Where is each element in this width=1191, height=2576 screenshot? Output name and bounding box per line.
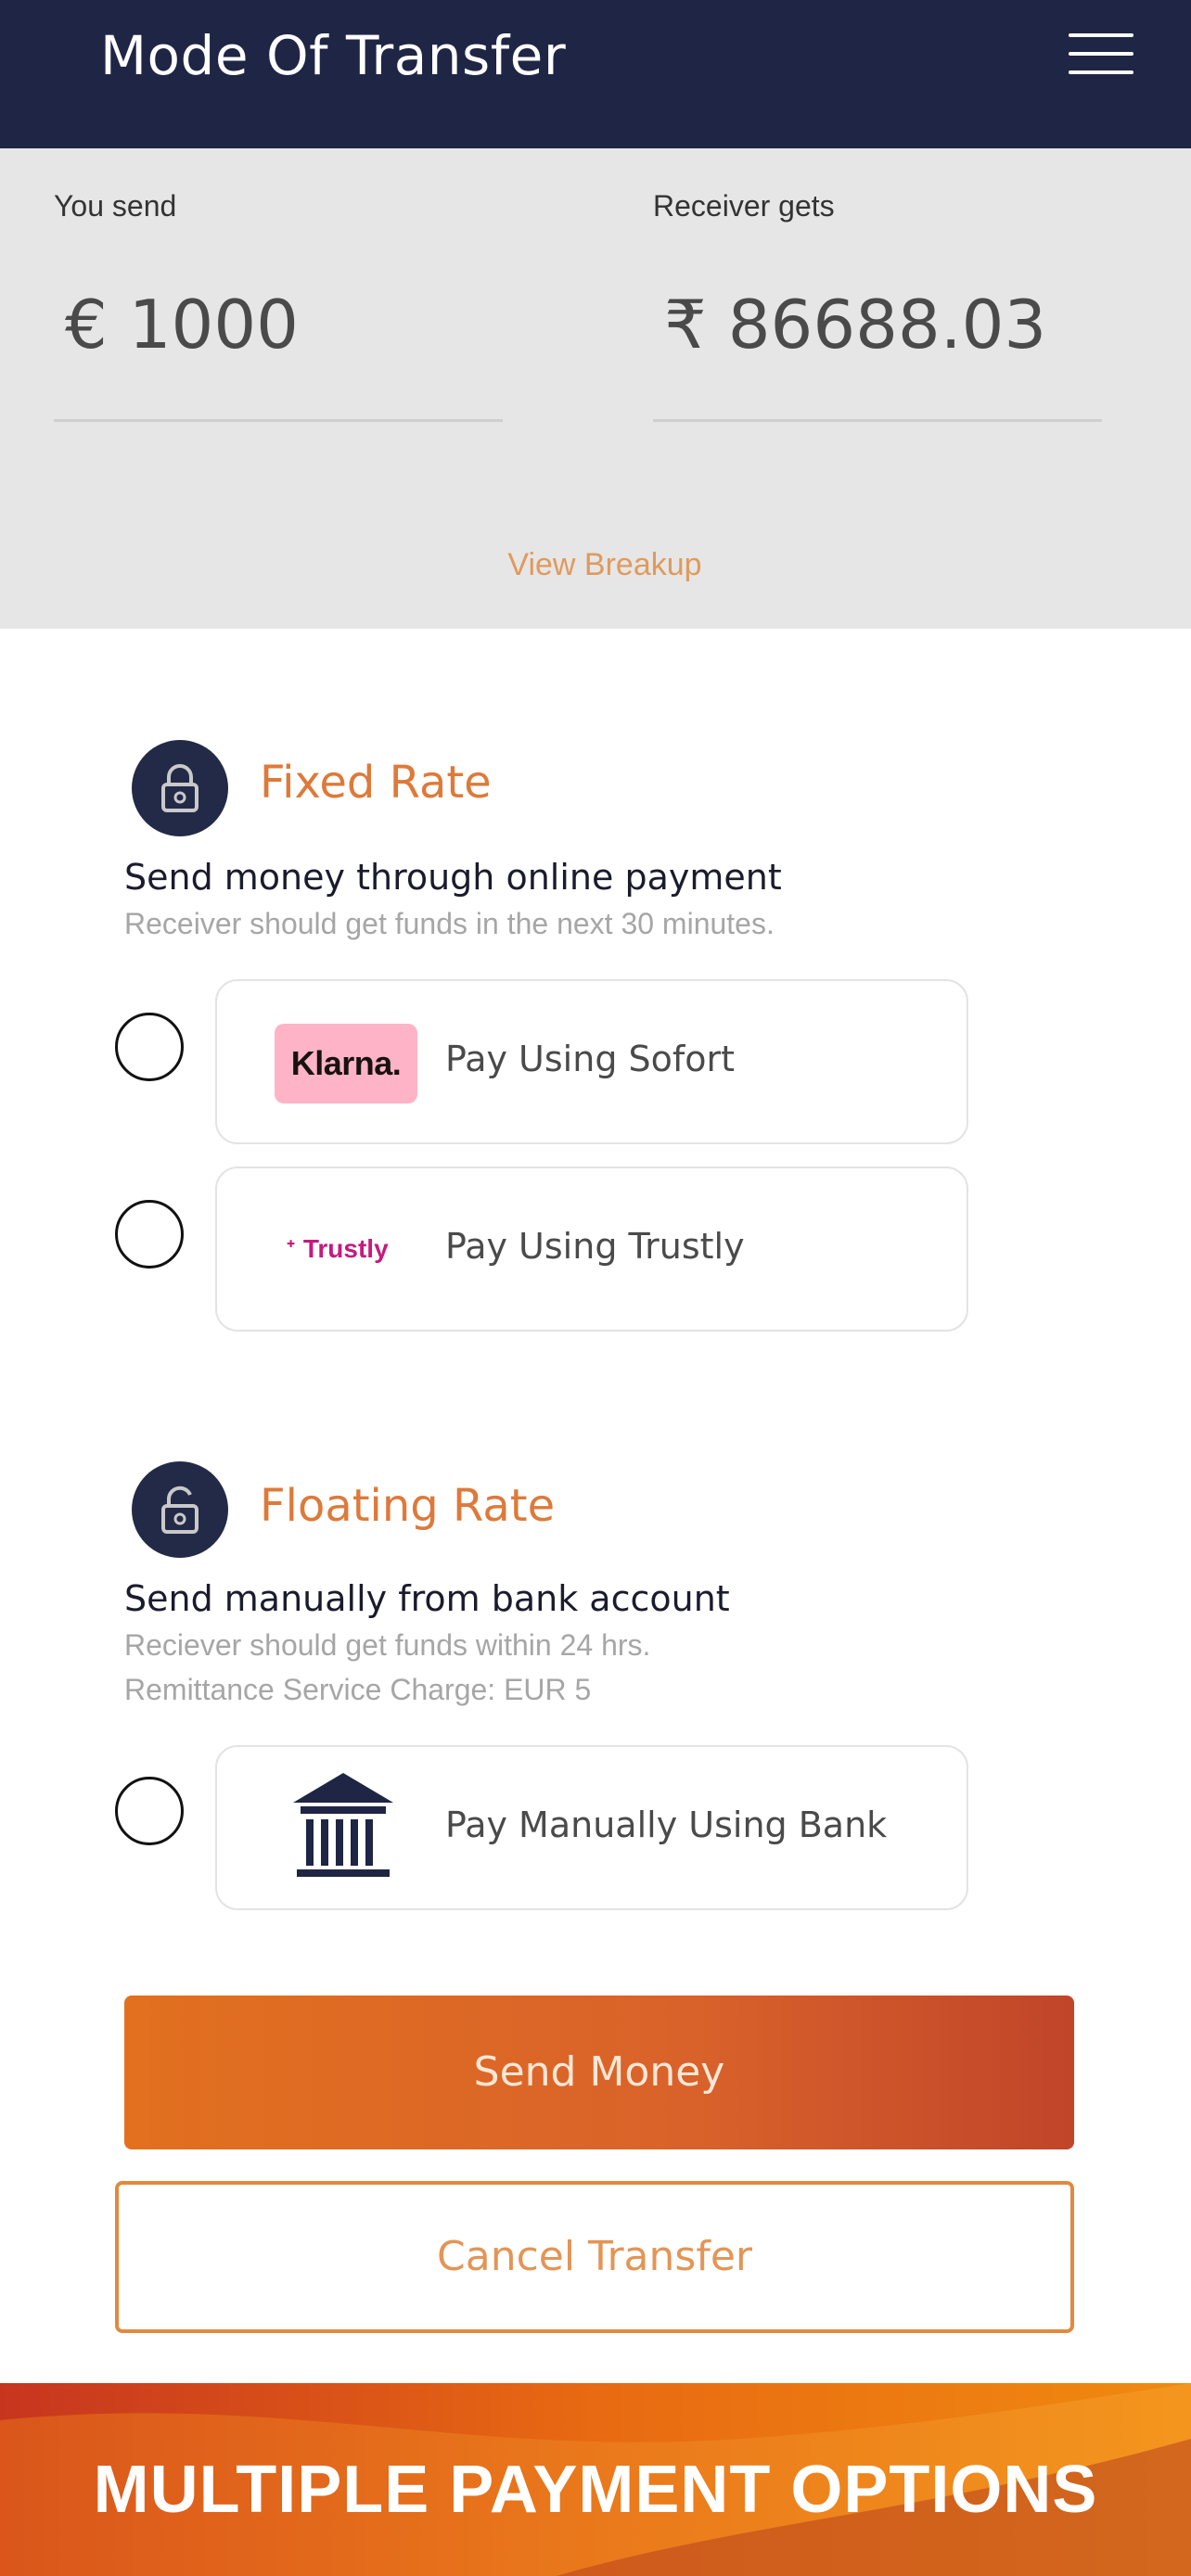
you-send-amount[interactable]: € 1000 — [65, 286, 299, 363]
receiver-gets-label: Receiver gets — [653, 189, 835, 223]
promo-banner: MULTIPLE PAYMENT OPTIONS — [0, 2383, 1191, 2576]
receiver-gets-underline — [653, 419, 1102, 422]
sofort-option-label: Pay Using Sofort — [445, 1039, 736, 1079]
receiver-gets-amount: ₹ 86688.03 — [664, 286, 1047, 363]
sofort-radio[interactable] — [115, 1013, 184, 1081]
you-send-underline — [54, 419, 503, 422]
lock-icon — [132, 740, 228, 836]
send-money-button[interactable]: Send Money — [124, 1996, 1074, 2149]
view-breakup-link[interactable]: View Breakup — [0, 547, 1191, 583]
bank-radio[interactable] — [115, 1777, 184, 1845]
trustly-radio[interactable] — [115, 1200, 184, 1269]
fixed-rate-subtitle: Send money through online payment — [124, 857, 782, 898]
cancel-transfer-button[interactable]: Cancel Transfer — [115, 2181, 1074, 2333]
floating-rate-subtitle: Send manually from bank account — [124, 1578, 730, 1619]
bank-option-label: Pay Manually Using Bank — [445, 1804, 888, 1845]
you-send-label: You send — [54, 189, 177, 223]
floating-rate-note-charge: Remittance Service Charge: EUR 5 — [124, 1673, 592, 1706]
klarna-logo: Klarna. — [275, 1024, 417, 1103]
floating-rate-note-time: Reciever should get funds within 24 hrs. — [124, 1628, 651, 1662]
amount-summary: You send € 1000 Receiver gets ₹ 86688.03… — [0, 148, 1191, 629]
bank-icon — [293, 1773, 393, 1877]
unlock-icon — [132, 1461, 228, 1558]
floating-rate-title: Floating Rate — [260, 1480, 556, 1532]
trustly-logo: ᐩ Trustly — [286, 1234, 389, 1263]
trustly-mark-icon: ᐩ — [286, 1234, 297, 1263]
bank-option-card[interactable]: Pay Manually Using Bank — [215, 1745, 968, 1910]
fixed-rate-note: Receiver should get funds in the next 30… — [124, 907, 775, 940]
hamburger-menu-icon[interactable] — [1057, 28, 1137, 83]
banner-text: MULTIPLE PAYMENT OPTIONS — [93, 2453, 1098, 2527]
fixed-rate-title: Fixed Rate — [260, 757, 492, 809]
page-title: Mode Of Transfer — [100, 24, 567, 87]
sofort-option-card[interactable]: Klarna. Pay Using Sofort — [215, 979, 968, 1144]
trustly-option-card[interactable]: ᐩ Trustly Pay Using Trustly — [215, 1167, 968, 1332]
app-header: Mode Of Transfer — [0, 0, 1191, 148]
trustly-option-label: Pay Using Trustly — [445, 1226, 745, 1267]
